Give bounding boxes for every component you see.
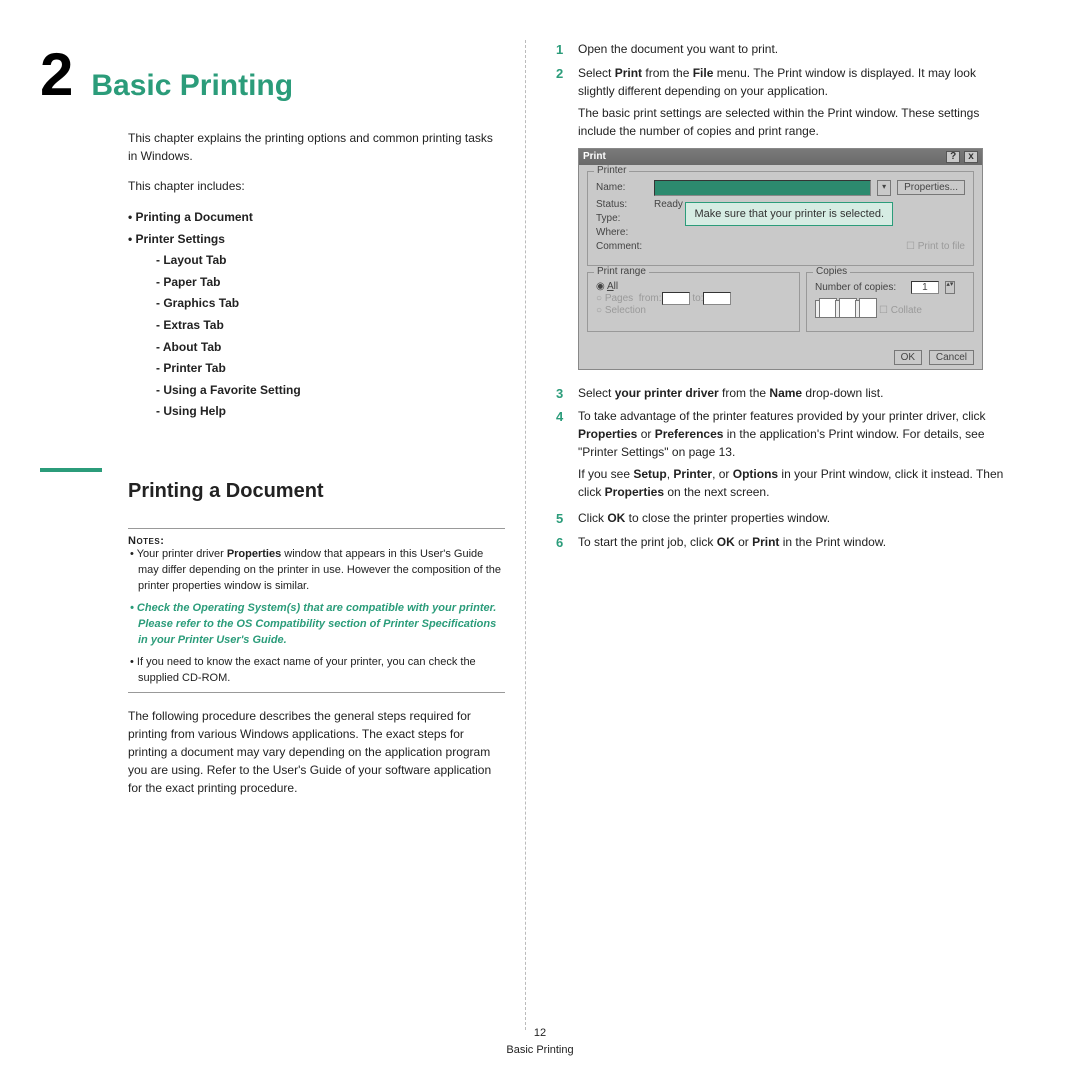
chapter-intro: This chapter explains the printing optio… (128, 129, 505, 165)
notes-box: Notes: Your printer driver Properties wi… (128, 528, 505, 694)
section-rule (40, 468, 102, 472)
properties-button[interactable]: Properties... (897, 180, 965, 195)
note-item: If you need to know the exact name of yo… (128, 655, 505, 687)
step: 2 Select Print from the File menu. The P… (556, 64, 1011, 100)
toc-subitem: Using Help (156, 401, 505, 423)
step-subtext: If you see Setup, Printer, or Options in… (578, 465, 1011, 501)
radio-selection[interactable]: Selection (596, 305, 791, 316)
spinner-icon[interactable]: ▴▾ (945, 281, 955, 294)
notes-label: Notes: (128, 535, 505, 547)
note-item-highlight: Check the Operating System(s) that are c… (128, 601, 505, 649)
toc-item: Printing a Document (128, 207, 505, 229)
steps-list-cont: 3 Select your printer driver from the Na… (556, 384, 1011, 462)
print-range-group: Print range All Pages from: to: Selectio… (587, 272, 800, 332)
toc-subitem: About Tab (156, 337, 505, 359)
close-icon: x (964, 151, 978, 163)
step: 4 To take advantage of the printer featu… (556, 407, 1011, 461)
radio-pages[interactable]: Pages from: to: (596, 292, 791, 305)
radio-all[interactable]: All (596, 281, 791, 292)
section-title: Printing a Document (128, 480, 505, 503)
chapter-title: Basic Printing (91, 69, 293, 103)
steps-list-cont2: 5 Click OK to close the printer properti… (556, 509, 1011, 552)
page-number: 12 (0, 1025, 1080, 1042)
print-to-file-check[interactable]: Print to file (906, 241, 965, 252)
chapter-heading: 2 Basic Printing (40, 40, 505, 109)
includes-label: This chapter includes: (128, 177, 505, 195)
printer-group: Printer Name: ▾ Properties... Status:Rea… (587, 171, 974, 266)
step-number: 1 (556, 40, 578, 60)
callout-box: Make sure that your printer is selected. (685, 202, 893, 226)
toc-subitem: Using a Favorite Setting (156, 380, 505, 402)
step-subtext: The basic print settings are selected wi… (578, 104, 1011, 140)
step: 1 Open the document you want to print. (556, 40, 1011, 60)
note-item: Your printer driver Properties window th… (128, 547, 505, 595)
toc-subitem: Printer Tab (156, 358, 505, 380)
step-number: 3 (556, 384, 578, 404)
collate-check[interactable]: Collate (879, 305, 922, 316)
dropdown-icon[interactable]: ▾ (877, 180, 891, 196)
step-number: 4 (556, 407, 578, 461)
toc-subitem: Extras Tab (156, 315, 505, 337)
toc-subitem: Layout Tab (156, 250, 505, 272)
step-number: 6 (556, 533, 578, 553)
cancel-button[interactable]: Cancel (929, 350, 974, 365)
name-label: Name: (596, 182, 648, 193)
toc-subitem: Graphics Tab (156, 293, 505, 315)
footer-title: Basic Printing (0, 1042, 1080, 1059)
toc-item: Printer Settings (128, 229, 505, 251)
step: 5 Click OK to close the printer properti… (556, 509, 1011, 529)
collate-icon (815, 300, 875, 321)
steps-list: 1 Open the document you want to print. 2… (556, 40, 1011, 100)
step: 3 Select your printer driver from the Na… (556, 384, 1011, 404)
copies-input[interactable]: 1 (911, 281, 939, 294)
printer-name-select[interactable] (654, 180, 871, 196)
body-paragraph: The following procedure describes the ge… (128, 707, 505, 797)
dialog-titlebar: Print ? x (579, 149, 982, 165)
copies-group: Copies Number of copies: 1 ▴▾ Collate (806, 272, 974, 332)
chapter-number: 2 (40, 40, 73, 109)
toc-subitem: Paper Tab (156, 272, 505, 294)
step-number: 2 (556, 64, 578, 100)
help-icon: ? (946, 151, 960, 163)
dialog-title: Print (583, 151, 606, 162)
page-footer: 12 Basic Printing (0, 1025, 1080, 1058)
print-dialog-figure: Print ? x Printer Name: ▾ Properties... … (578, 148, 983, 370)
table-of-contents: Printing a Document Printer Settings Lay… (128, 207, 505, 423)
step: 6 To start the print job, click OK or Pr… (556, 533, 1011, 553)
step-number: 5 (556, 509, 578, 529)
ok-button[interactable]: OK (894, 350, 922, 365)
